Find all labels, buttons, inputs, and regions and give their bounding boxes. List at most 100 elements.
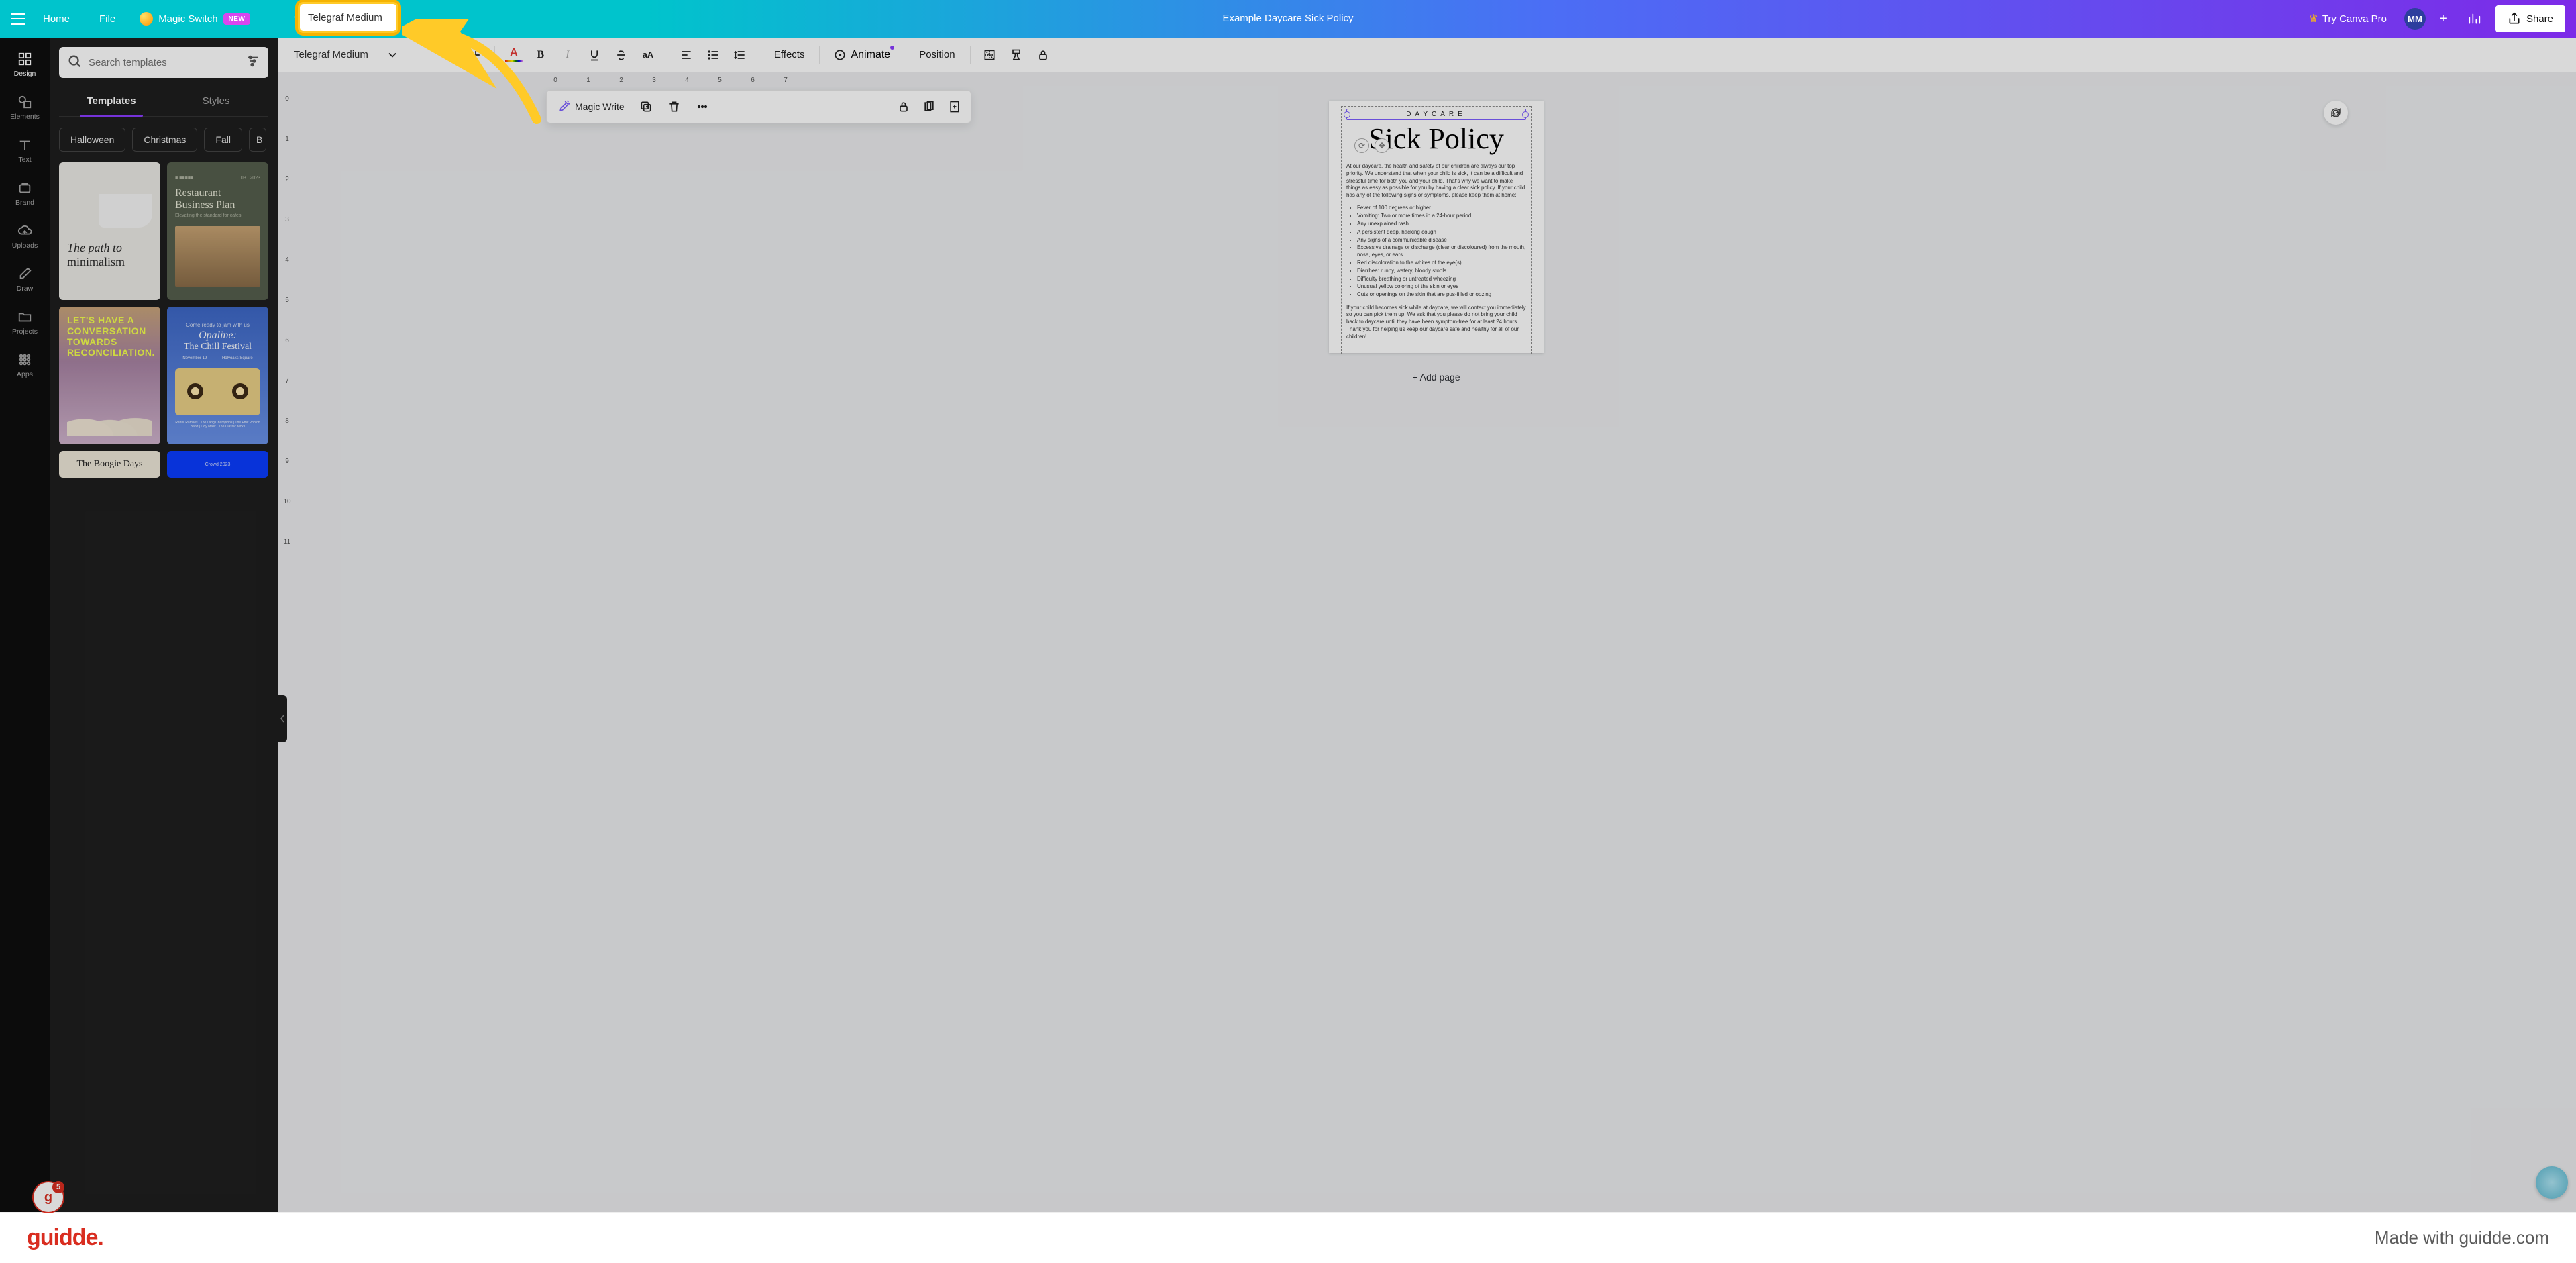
file-menu[interactable]: File xyxy=(87,8,127,30)
spacing-button[interactable] xyxy=(728,43,752,67)
cassette-graphic xyxy=(175,368,260,415)
shoes-image xyxy=(99,194,152,228)
regenerate-fab[interactable] xyxy=(2324,101,2348,125)
animate-button[interactable]: Animate xyxy=(826,43,897,67)
case-button[interactable]: aA xyxy=(636,43,660,67)
canvas-scroll-area[interactable]: Magic Write xyxy=(297,87,2576,1212)
brand-icon xyxy=(17,180,33,196)
magic-switch-button[interactable]: Magic Switch NEW xyxy=(133,8,257,30)
font-size-increase[interactable] xyxy=(464,43,488,67)
lock-button[interactable] xyxy=(1031,43,1055,67)
chip-halloween[interactable]: Halloween xyxy=(59,128,125,152)
template-text: LET'S HAVE A CONVERSATION TOWARDS RECONC… xyxy=(67,315,152,358)
chip-more[interactable]: B xyxy=(249,128,266,152)
vnav-brand-label: Brand xyxy=(15,199,34,207)
vnav-projects[interactable]: Projects xyxy=(0,302,50,342)
document-title[interactable]: Example Daycare Sick Policy xyxy=(1222,13,1353,24)
ruler-tick: 1 xyxy=(584,77,592,84)
document-page[interactable]: DAYCARE Sick Policy ⟳ ✥ At our daycare, … xyxy=(1329,101,1544,353)
template-card[interactable]: Come ready to jam with us Opaline: The C… xyxy=(167,307,268,444)
vnav-apps[interactable]: Apps xyxy=(0,345,50,385)
panel-collapse-handle[interactable] xyxy=(278,695,287,742)
vnav-elements[interactable]: Elements xyxy=(0,87,50,128)
ruler-tick: 7 xyxy=(782,77,790,84)
insights-button[interactable] xyxy=(2461,5,2487,32)
move-handle[interactable]: ✥ xyxy=(1375,138,1389,153)
animate-label: Animate xyxy=(851,49,890,61)
template-search-input[interactable] xyxy=(89,57,239,68)
template-text: The Boogie Days xyxy=(77,459,143,470)
vnav-design[interactable]: Design xyxy=(0,44,50,85)
copy-style-button[interactable] xyxy=(1004,43,1028,67)
apps-grid-icon xyxy=(17,352,33,368)
font-dropdown-chevron[interactable] xyxy=(380,43,405,67)
template-search-box[interactable] xyxy=(59,47,268,78)
font-size-decrease[interactable] xyxy=(437,43,461,67)
template-card[interactable]: LET'S HAVE A CONVERSATION TOWARDS RECONC… xyxy=(59,307,160,444)
font-family-select[interactable]: Telegraf Medium xyxy=(284,42,378,68)
sick-policy-title[interactable]: Sick Policy xyxy=(1346,124,1526,154)
color-strip xyxy=(505,60,523,62)
add-collaborator-button[interactable]: + xyxy=(2434,9,2453,28)
cloud-upload-icon xyxy=(17,223,33,239)
italic-button[interactable]: I xyxy=(555,43,580,67)
vertical-ruler: 0 1 2 3 4 5 6 7 8 9 10 11 xyxy=(278,72,297,1212)
share-button[interactable]: Share xyxy=(2496,5,2565,32)
shapes-icon xyxy=(17,94,33,110)
grid-icon xyxy=(17,51,33,67)
opera-house-graphic xyxy=(67,389,152,436)
transparency-button[interactable] xyxy=(977,43,1002,67)
main-area: Design Elements Text Brand Uploads Draw … xyxy=(0,38,2576,1212)
add-page-button[interactable]: + Add page xyxy=(1329,358,1544,396)
list-button[interactable] xyxy=(701,43,725,67)
ruler-tick: 0 xyxy=(551,77,559,84)
ruler-tick: 8 xyxy=(285,417,289,425)
text-color-button[interactable]: A xyxy=(502,43,526,67)
font-name-highlight-label: Telegraf Medium xyxy=(308,12,382,23)
bold-button[interactable]: B xyxy=(529,43,553,67)
delete-button[interactable] xyxy=(662,95,686,119)
magic-write-button[interactable]: Magic Write xyxy=(552,96,630,117)
category-chips: Halloween Christmas Fall B xyxy=(59,128,268,152)
effects-button[interactable]: Effects xyxy=(766,44,813,66)
template-text: The path to xyxy=(67,241,152,255)
vnav-uploads[interactable]: Uploads xyxy=(0,216,50,256)
lock-page-button[interactable] xyxy=(893,96,914,117)
selected-textbox[interactable]: DAYCARE xyxy=(1346,109,1526,120)
strikethrough-button[interactable] xyxy=(609,43,633,67)
crown-icon: ♛ xyxy=(2308,12,2318,26)
more-options-button[interactable] xyxy=(690,95,714,119)
pencil-icon xyxy=(17,266,33,282)
vnav-brand[interactable]: Brand xyxy=(0,173,50,213)
rotate-handle[interactable]: ⟳ xyxy=(1354,138,1369,153)
daycare-label[interactable]: DAYCARE xyxy=(1349,111,1523,118)
template-card[interactable]: The path to minimalism xyxy=(59,162,160,300)
tab-templates[interactable]: Templates xyxy=(59,89,164,116)
guidde-notification-badge[interactable]: g 5 xyxy=(34,1182,63,1212)
underline-button[interactable] xyxy=(582,43,606,67)
position-button[interactable]: Position xyxy=(911,44,963,66)
template-text: minimalism xyxy=(67,255,152,269)
template-card[interactable]: ■ ■■■■■03 | 2023 Restaurant Business Pla… xyxy=(167,162,268,300)
home-link[interactable]: Home xyxy=(31,8,82,30)
template-card[interactable]: The Boogie Days xyxy=(59,451,160,478)
text-tool-icon xyxy=(17,137,33,153)
template-card[interactable]: Crowd 2023 xyxy=(167,451,268,478)
duplicate-button[interactable] xyxy=(634,95,658,119)
duplicate-page-button[interactable] xyxy=(918,96,940,117)
template-text: Opaline: xyxy=(175,330,260,342)
chip-christmas[interactable]: Christmas xyxy=(132,128,197,152)
help-fab[interactable] xyxy=(2536,1166,2568,1199)
user-avatar[interactable]: MM xyxy=(2404,8,2426,30)
vnav-draw[interactable]: Draw xyxy=(0,259,50,299)
hamburger-icon[interactable] xyxy=(11,13,25,25)
chip-fall[interactable]: Fall xyxy=(204,128,242,152)
templates-panel: Templates Styles Halloween Christmas Fal… xyxy=(50,38,278,1212)
filter-icon[interactable] xyxy=(246,54,260,72)
context-toolbar: Magic Write xyxy=(546,90,971,123)
align-button[interactable] xyxy=(674,43,698,67)
add-page-button-small[interactable] xyxy=(944,96,965,117)
vnav-text[interactable]: Text xyxy=(0,130,50,170)
tab-styles[interactable]: Styles xyxy=(164,89,268,116)
try-canva-pro-button[interactable]: ♛ Try Canva Pro xyxy=(2299,7,2396,31)
